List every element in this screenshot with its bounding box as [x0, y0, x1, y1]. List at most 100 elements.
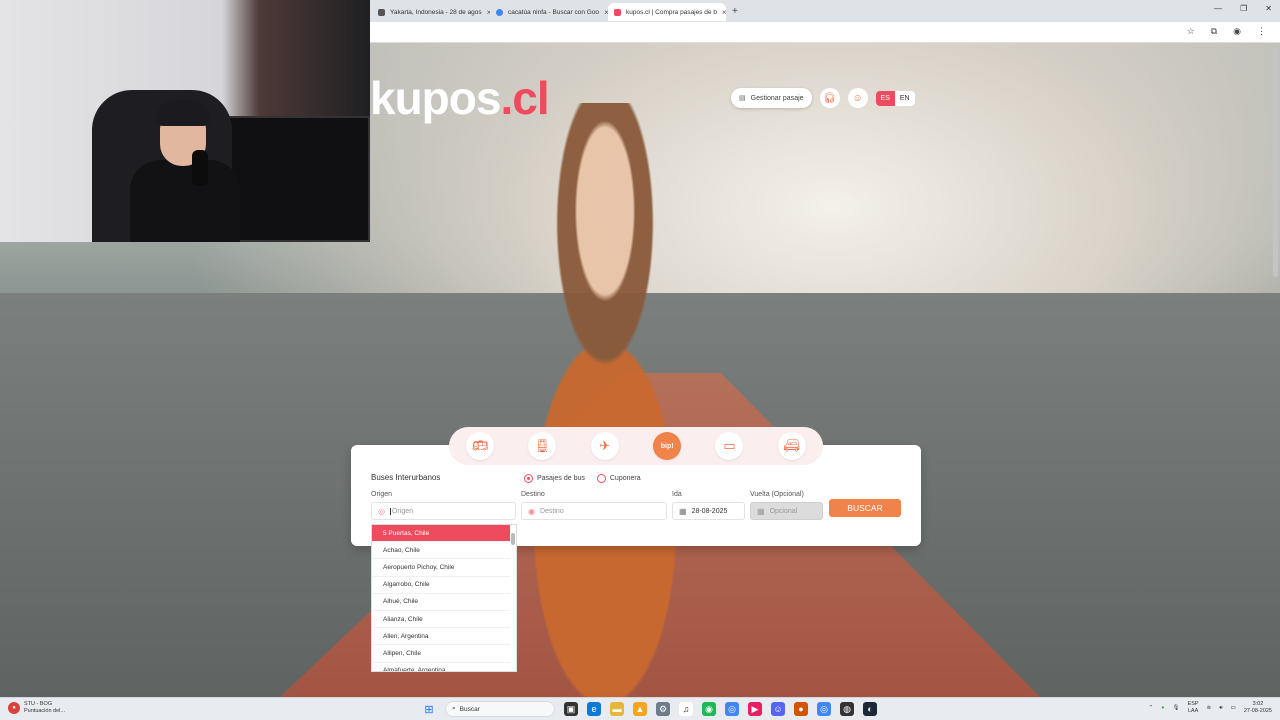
menu-icon[interactable]: ⋮ — [1257, 26, 1266, 37]
taskbar-widget[interactable]: ● STU - BOG Puntuación del... — [8, 701, 65, 715]
buscar-button[interactable]: BUSCAR — [829, 499, 901, 517]
address-bar-actions: ☆ ⧉ ◉ ⋮ — [1187, 26, 1266, 37]
user-account-button[interactable]: ☺ — [847, 88, 868, 108]
radio-label: Pasajes de bus — [537, 475, 585, 482]
lang-en-button[interactable]: EN — [894, 90, 915, 106]
dropdown-option[interactable]: Achao, Chile — [372, 542, 510, 560]
destino-field[interactable]: ◉ Destino — [521, 502, 667, 520]
tab-google-search[interactable]: cacatúa ninfa - Buscar con Goo × — [490, 3, 608, 21]
extensions-icon[interactable]: ⧉ — [1211, 26, 1217, 37]
chevron-up-icon[interactable]: ⌃ — [1149, 705, 1154, 711]
calendar-icon: ▦ — [679, 506, 687, 516]
music-app-icon[interactable]: ♫ — [679, 702, 693, 716]
bookmark-star-icon[interactable]: ☆ — [1187, 26, 1195, 37]
task-view-icon[interactable]: ▣ — [564, 702, 578, 716]
origen-field[interactable]: ◎ Origen — [371, 502, 516, 520]
taskbar-apps: ⊞ ⌕ Buscar ▣ e ▬ ▲ ⚙ ♫ ◉ ◎ ▶ ☺ ● ◎ ◍ ◐ — [422, 701, 877, 717]
ticket-icon: ▤ — [739, 95, 746, 102]
location-pin-icon: ◎ — [378, 506, 385, 516]
kupos-logo[interactable]: kupos.cl — [370, 71, 550, 125]
settings-gear-icon[interactable]: ⚙ — [656, 702, 670, 716]
ida-label: Ida — [672, 491, 682, 498]
airport-transfer-icon[interactable]: ✈︎ — [590, 432, 619, 460]
gestionar-pasaje-button[interactable]: ▤ Gestionar pasaje — [731, 88, 812, 108]
headset-support-button[interactable]: 🎧︎ — [819, 88, 840, 108]
close-window-button[interactable]: ✕ — [1265, 4, 1272, 13]
dropdown-option[interactable]: Allipen, Chile — [372, 645, 510, 663]
train-icon[interactable]: 🚆︎ — [528, 432, 557, 460]
header-actions: ▤ Gestionar pasaje 🎧︎ ☺ ES EN — [731, 88, 915, 108]
taskbar-widget-text: STU - BOG Puntuación del... — [24, 701, 65, 715]
microphone-icon[interactable]: 🎙︎ — [1173, 705, 1180, 711]
vlc-icon[interactable]: ▲ — [633, 702, 647, 716]
dropdown-scrollbar[interactable] — [510, 527, 515, 669]
spotify-icon[interactable]: ◉ — [702, 702, 716, 716]
tab-yakarta[interactable]: Yakarta, Indonesia - 28 de agos × — [372, 3, 490, 21]
radio-cuponera[interactable]: Cuponera — [596, 474, 641, 483]
dropdown-option[interactable]: Almafuerte, Argentina — [372, 663, 510, 671]
maximize-button[interactable]: ❐ — [1240, 4, 1247, 13]
dropdown-option[interactable]: Alianza, Chile — [372, 611, 510, 629]
dropdown-option[interactable]: Allen, Argentina — [372, 628, 510, 646]
dropdown-option[interactable]: Aeropuerto Pichoy, Chile — [372, 559, 510, 577]
ida-date-value: 28-08-2025 — [691, 507, 728, 515]
lang-bottom: LAA — [1187, 708, 1199, 714]
tab-title: Yakarta, Indonesia - 28 de agos — [390, 8, 482, 16]
dropdown-scroll-thumb[interactable] — [511, 533, 515, 545]
destino-placeholder: Destino — [539, 507, 564, 515]
webcam-person-body — [130, 160, 240, 242]
lang-es-button[interactable]: ES — [875, 90, 895, 106]
clock-date: 27-08-2025 — [1243, 708, 1272, 714]
file-explorer-icon[interactable]: ▬ — [610, 702, 624, 716]
headset-icon: 🎧︎ — [823, 92, 836, 104]
vuelta-date-field[interactable]: ▦ Opcional — [750, 502, 823, 520]
page-scrollbar[interactable] — [1273, 47, 1278, 277]
keyboard-language[interactable]: ESP LAA — [1188, 701, 1199, 715]
vuelta-placeholder: Opcional — [769, 507, 798, 515]
widget-title: STU - BOG — [24, 701, 53, 707]
webcam-person-hair — [156, 100, 210, 126]
dropdown-option[interactable]: Algarrobo, Chile — [372, 577, 510, 594]
chrome-icon[interactable]: ◎ — [725, 702, 739, 716]
tab-title: cacatúa ninfa - Buscar con Goo — [508, 8, 600, 16]
dropdown-option[interactable]: Alhué, Chile — [372, 594, 510, 611]
minimize-button[interactable]: — — [1214, 4, 1222, 13]
system-tray: ⌃ ● 🎙︎ ESP LAA ≋ 🔊︎ ▭ 3:02 27-08-2025 — [1149, 701, 1272, 715]
search-card-title: Buses Interurbanos — [371, 473, 441, 482]
recording-app-icon[interactable]: ◍ — [840, 702, 854, 716]
dropdown-option[interactable]: 5 Puertas, Chile — [372, 525, 510, 543]
radio-dot — [596, 474, 606, 483]
radio-pasajes-bus[interactable]: Pasajes de bus — [524, 474, 585, 483]
window-controls: — ❐ ✕ — [1214, 4, 1272, 13]
transport-type-icons: 🚌︎ 🚆︎ ✈︎ bip! ▭ 🚐︎ — [449, 427, 823, 465]
destino-label: Destino — [521, 491, 545, 498]
profile-icon[interactable]: ◉ — [1233, 26, 1241, 37]
language-toggle: ES EN — [875, 90, 915, 106]
discord-icon[interactable]: ☺ — [771, 702, 785, 716]
wikipedia-icon — [378, 8, 385, 16]
obs-icon[interactable]: ● — [794, 702, 808, 716]
tab-title: kupos.cl | Compra pasajes de b — [626, 8, 717, 16]
bip-card-icon[interactable]: bip! — [653, 432, 682, 460]
edge-icon[interactable]: e — [587, 702, 601, 716]
ida-date-field[interactable]: ▦ 28-08-2025 — [672, 502, 745, 520]
volume-icon[interactable]: 🔊︎ — [1219, 705, 1222, 712]
taskbar-search[interactable]: ⌕ Buscar — [445, 701, 555, 717]
vuelta-label: Vuelta (Opcional) — [750, 491, 804, 498]
close-tab-icon[interactable]: × — [722, 8, 726, 17]
tray-app-icon[interactable]: ● — [1161, 705, 1164, 711]
bus-icon[interactable]: 🚌︎ — [466, 432, 495, 460]
new-tab-button[interactable]: + — [732, 6, 738, 17]
tab-kupos[interactable]: kupos.cl | Compra pasajes de b × — [608, 3, 726, 21]
steam-icon[interactable]: ◐ — [863, 702, 877, 716]
van-icon[interactable]: 🚐︎ — [777, 432, 806, 460]
windows-start-icon[interactable]: ⊞ — [422, 702, 436, 716]
notification-badge-icon: ● — [8, 702, 20, 714]
payment-card-icon[interactable]: ▭ — [715, 432, 744, 460]
chrome-icon[interactable]: ◎ — [817, 702, 831, 716]
media-player-icon[interactable]: ▶ — [748, 702, 762, 716]
webcam-microphone — [192, 150, 208, 186]
battery-icon[interactable]: ▭ — [1231, 705, 1236, 711]
wifi-icon[interactable]: ≋ — [1207, 705, 1212, 711]
clock[interactable]: 3:02 27-08-2025 — [1244, 701, 1272, 715]
